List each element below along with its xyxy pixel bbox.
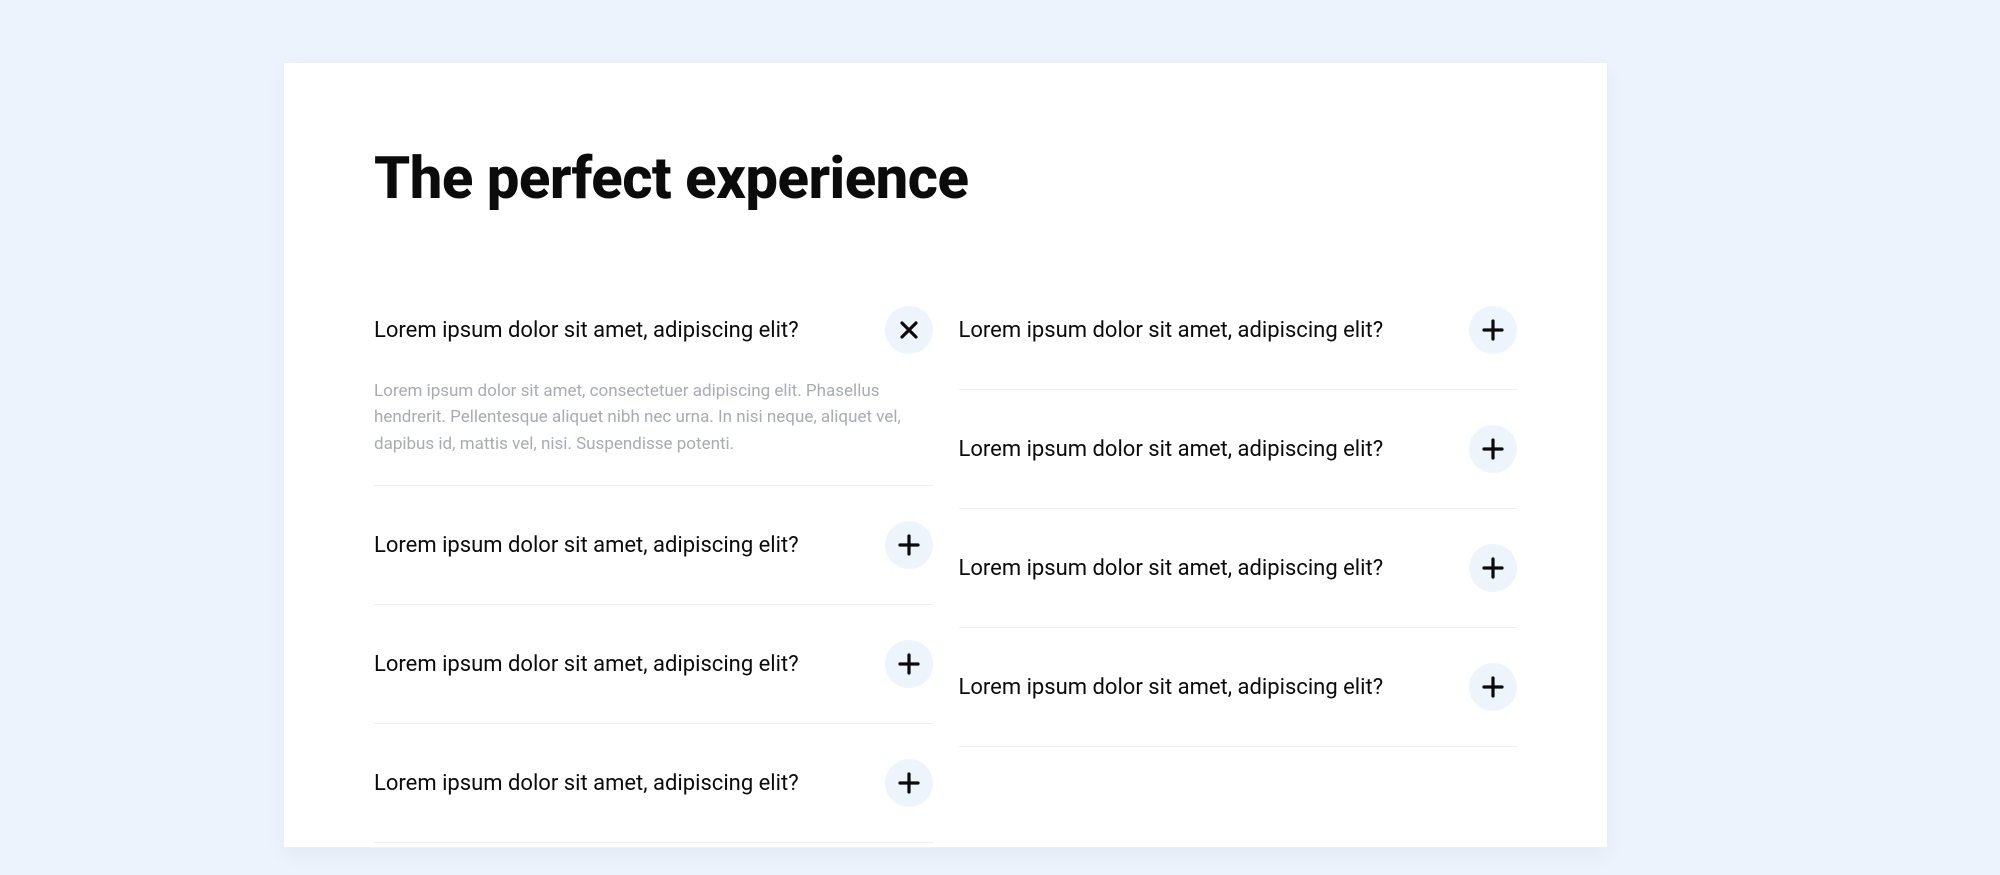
faq-item: Lorem ipsum dolor sit amet, adipiscing e… — [959, 509, 1518, 628]
expand-button[interactable] — [885, 759, 933, 807]
close-icon — [899, 320, 919, 340]
faq-item: Lorem ipsum dolor sit amet, adipiscing e… — [374, 724, 933, 843]
faq-answer: Lorem ipsum dolor sit amet, consectetuer… — [374, 378, 933, 485]
faq-item: Lorem ipsum dolor sit amet, adipiscing e… — [374, 271, 933, 486]
faq-question: Lorem ipsum dolor sit amet, adipiscing e… — [374, 533, 799, 558]
expand-button[interactable] — [1469, 663, 1517, 711]
faq-item-header[interactable]: Lorem ipsum dolor sit amet, adipiscing e… — [374, 271, 933, 378]
faq-item: Lorem ipsum dolor sit amet, adipiscing e… — [374, 486, 933, 605]
faq-question: Lorem ipsum dolor sit amet, adipiscing e… — [959, 318, 1384, 343]
plus-icon — [1482, 438, 1504, 460]
expand-button[interactable] — [1469, 544, 1517, 592]
faq-item: Lorem ipsum dolor sit amet, adipiscing e… — [959, 271, 1518, 390]
plus-icon — [898, 772, 920, 794]
expand-button[interactable] — [885, 521, 933, 569]
faq-question: Lorem ipsum dolor sit amet, adipiscing e… — [959, 675, 1384, 700]
faq-columns: Lorem ipsum dolor sit amet, adipiscing e… — [374, 271, 1517, 843]
plus-icon — [1482, 557, 1504, 579]
faq-question: Lorem ipsum dolor sit amet, adipiscing e… — [374, 318, 799, 343]
faq-question: Lorem ipsum dolor sit amet, adipiscing e… — [374, 652, 799, 677]
faq-item-header[interactable]: Lorem ipsum dolor sit amet, adipiscing e… — [959, 628, 1518, 746]
faq-question: Lorem ipsum dolor sit amet, adipiscing e… — [959, 556, 1384, 581]
expand-button[interactable] — [1469, 425, 1517, 473]
plus-icon — [898, 653, 920, 675]
expand-button[interactable] — [885, 640, 933, 688]
faq-item-header[interactable]: Lorem ipsum dolor sit amet, adipiscing e… — [959, 271, 1518, 389]
plus-icon — [898, 534, 920, 556]
faq-item-header[interactable]: Lorem ipsum dolor sit amet, adipiscing e… — [374, 605, 933, 723]
plus-icon — [1482, 676, 1504, 698]
expand-button[interactable] — [1469, 306, 1517, 354]
faq-card: The perfect experience Lorem ipsum dolor… — [283, 62, 1608, 848]
faq-item-header[interactable]: Lorem ipsum dolor sit amet, adipiscing e… — [374, 724, 933, 842]
faq-item-header[interactable]: Lorem ipsum dolor sit amet, adipiscing e… — [959, 509, 1518, 627]
faq-item: Lorem ipsum dolor sit amet, adipiscing e… — [959, 628, 1518, 747]
collapse-button[interactable] — [885, 306, 933, 354]
faq-item-header[interactable]: Lorem ipsum dolor sit amet, adipiscing e… — [374, 486, 933, 604]
faq-question: Lorem ipsum dolor sit amet, adipiscing e… — [374, 771, 799, 796]
faq-item-header[interactable]: Lorem ipsum dolor sit amet, adipiscing e… — [959, 390, 1518, 508]
faq-item: Lorem ipsum dolor sit amet, adipiscing e… — [959, 390, 1518, 509]
section-title: The perfect experience — [374, 145, 968, 213]
faq-question: Lorem ipsum dolor sit amet, adipiscing e… — [959, 437, 1384, 462]
faq-column-right: Lorem ipsum dolor sit amet, adipiscing e… — [959, 271, 1518, 843]
plus-icon — [1482, 319, 1504, 341]
faq-item: Lorem ipsum dolor sit amet, adipiscing e… — [374, 605, 933, 724]
faq-column-left: Lorem ipsum dolor sit amet, adipiscing e… — [374, 271, 933, 843]
